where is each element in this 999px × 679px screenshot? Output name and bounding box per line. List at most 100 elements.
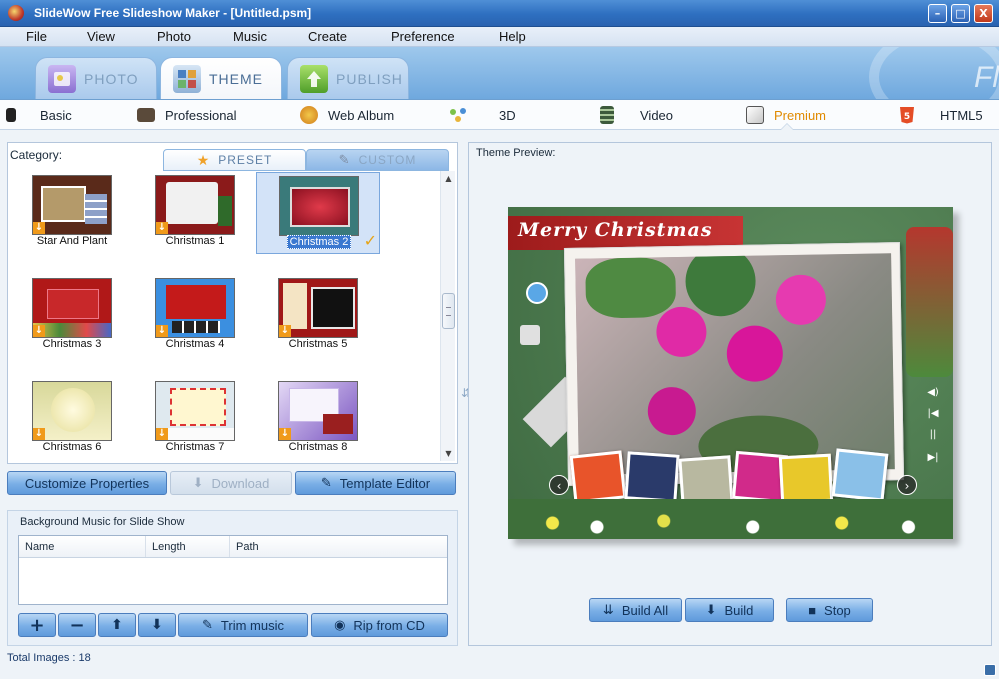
next-arrow-icon[interactable]: › xyxy=(897,475,917,495)
add-music-button[interactable]: + xyxy=(18,613,56,637)
template-thumbnail: ↓ xyxy=(32,381,112,441)
premium-icon xyxy=(746,106,764,124)
customize-properties-button[interactable]: Customize Properties xyxy=(7,471,167,495)
trim-music-button[interactable]: ✎ Trim music xyxy=(178,613,308,637)
download-icon: ⬇ xyxy=(192,475,204,490)
move-up-button[interactable]: ⬆ xyxy=(98,613,136,637)
remove-music-button[interactable]: − xyxy=(58,613,96,637)
template-christmas-4[interactable]: ↓ Christmas 4 xyxy=(133,275,257,357)
column-name[interactable]: Name xyxy=(19,536,146,557)
ornament-icon xyxy=(526,282,548,304)
previous-icon[interactable]: |◀ xyxy=(926,408,940,422)
rip-from-cd-button[interactable]: ◉ Rip from CD xyxy=(311,613,448,637)
column-length[interactable]: Length xyxy=(146,536,230,557)
template-thumbnail: ↓ xyxy=(32,278,112,338)
stop-button[interactable]: ■ Stop xyxy=(786,598,873,622)
subtab-web-album-label: Web Album xyxy=(328,107,395,123)
menu-photo[interactable]: Photo xyxy=(157,29,191,44)
download-badge-icon: ↓ xyxy=(33,222,45,234)
template-label: Christmas 2 xyxy=(257,235,381,249)
subtab-basic[interactable]: Basic xyxy=(6,100,72,130)
svg-text:5: 5 xyxy=(904,112,910,122)
tab-photo-label: PHOTO xyxy=(84,71,139,87)
stop-label: Stop xyxy=(824,602,851,618)
theme-tab-icon xyxy=(173,65,201,93)
download-button[interactable]: ⬇ Download xyxy=(170,471,292,495)
tab-preset[interactable]: ★ PRESET xyxy=(163,149,306,171)
subtab-html5-label: HTML5 xyxy=(940,107,983,123)
template-christmas-3[interactable]: ↓ Christmas 3 xyxy=(10,275,134,357)
template-thumbnail: ↓ xyxy=(155,381,235,441)
menu-view[interactable]: View xyxy=(87,29,115,44)
resize-grip-icon[interactable] xyxy=(984,664,996,676)
template-christmas-8[interactable]: ↓ Christmas 8 xyxy=(256,378,380,460)
wrench-icon: ✎ xyxy=(338,152,351,167)
window-title: SlideWow Free Slideshow Maker - [Untitle… xyxy=(34,6,312,20)
menu-music[interactable]: Music xyxy=(233,29,267,44)
volume-icon[interactable]: ◀) xyxy=(926,387,940,401)
template-christmas-1[interactable]: ↓ Christmas 1 xyxy=(133,172,257,254)
move-down-button[interactable]: ⬇ xyxy=(138,613,176,637)
menu-create[interactable]: Create xyxy=(308,29,347,44)
star-icon: ★ xyxy=(196,151,211,168)
tab-custom-label: CUSTOM xyxy=(358,153,417,167)
minimize-button[interactable]: – xyxy=(928,4,947,23)
tab-photo[interactable]: PHOTO xyxy=(35,57,157,99)
template-thumbnail: ↓ xyxy=(155,278,235,338)
subtab-web-album[interactable]: Web Album xyxy=(300,100,394,130)
template-star-and-plant[interactable]: ↓ Star And Plant xyxy=(10,172,134,254)
build-all-button[interactable]: ⇊ Build All xyxy=(589,598,682,622)
customize-properties-label: Customize Properties xyxy=(24,475,150,491)
download-badge-icon: ↓ xyxy=(33,428,45,440)
last-icon[interactable]: ▶| xyxy=(926,452,940,466)
build-all-icon: ⇊ xyxy=(602,602,614,617)
build-label: Build xyxy=(724,602,754,618)
theme-preview-panel: Theme Preview: Merry Christmas ‹ › ◀) |◀… xyxy=(468,142,992,646)
template-christmas-7[interactable]: ↓ Christmas 7 xyxy=(133,378,257,460)
download-badge-icon: ↓ xyxy=(33,325,45,337)
template-christmas-5[interactable]: ↓ Christmas 5 xyxy=(256,275,380,357)
template-christmas-2[interactable]: Christmas 2 ✓ xyxy=(256,172,380,254)
template-editor-button[interactable]: ✎ Template Editor xyxy=(295,471,456,495)
menu-help[interactable]: Help xyxy=(499,29,526,44)
scissors-icon: ✎ xyxy=(202,617,213,632)
download-badge-icon: ↓ xyxy=(156,325,168,337)
house-icon xyxy=(520,325,540,345)
tab-publish-label: PUBLISH xyxy=(336,71,403,87)
template-label: Christmas 1 xyxy=(165,235,225,247)
subtab-3d[interactable]: 3D xyxy=(449,100,516,130)
photo-tab-icon xyxy=(48,65,76,93)
tab-theme-label: THEME xyxy=(209,71,263,87)
publish-tab-icon xyxy=(300,65,328,93)
subtab-basic-label: Basic xyxy=(40,107,72,123)
cd-icon: ◉ xyxy=(334,617,346,632)
previous-arrow-icon[interactable]: ‹ xyxy=(549,475,569,495)
subtab-video[interactable]: Video xyxy=(600,100,673,130)
column-path[interactable]: Path xyxy=(230,536,443,557)
template-editor-label: Template Editor xyxy=(339,475,431,491)
template-christmas-6[interactable]: ↓ Christmas 6 xyxy=(10,378,134,460)
template-label: Christmas 3 xyxy=(42,338,102,350)
globe-icon xyxy=(300,106,318,124)
menu-preference[interactable]: Preference xyxy=(391,29,455,44)
music-list[interactable]: Name Length Path xyxy=(18,535,448,605)
tab-custom[interactable]: ✎ CUSTOM xyxy=(306,149,449,171)
pause-icon[interactable]: || xyxy=(926,429,940,443)
tab-publish[interactable]: PUBLISH xyxy=(287,57,409,99)
tab-preset-label: PRESET xyxy=(218,153,273,167)
subtab-html5[interactable]: 5 HTML5 xyxy=(898,100,983,130)
tab-theme[interactable]: THEME xyxy=(160,57,282,99)
left-panel: Category: ★ PRESET ✎ CUSTOM ↓ Star And P… xyxy=(7,142,458,646)
template-scrollbar[interactable]: ▲ ▼ xyxy=(440,171,455,461)
scroll-up-icon[interactable]: ▲ xyxy=(443,173,454,184)
maximize-button[interactable]: □ xyxy=(951,4,970,23)
build-button[interactable]: ⬇ Build xyxy=(685,598,774,622)
download-badge-icon: ↓ xyxy=(156,222,168,234)
subtab-professional[interactable]: Professional xyxy=(137,100,237,130)
status-total-images: Total Images : 18 xyxy=(7,652,91,664)
scroll-down-icon[interactable]: ▼ xyxy=(443,448,454,459)
close-button[interactable]: X xyxy=(974,4,993,23)
scroll-thumb[interactable] xyxy=(442,293,455,329)
menu-file[interactable]: File xyxy=(26,29,47,44)
theme-category-bar: Basic Professional Web Album 3D Video Pr… xyxy=(0,100,999,130)
